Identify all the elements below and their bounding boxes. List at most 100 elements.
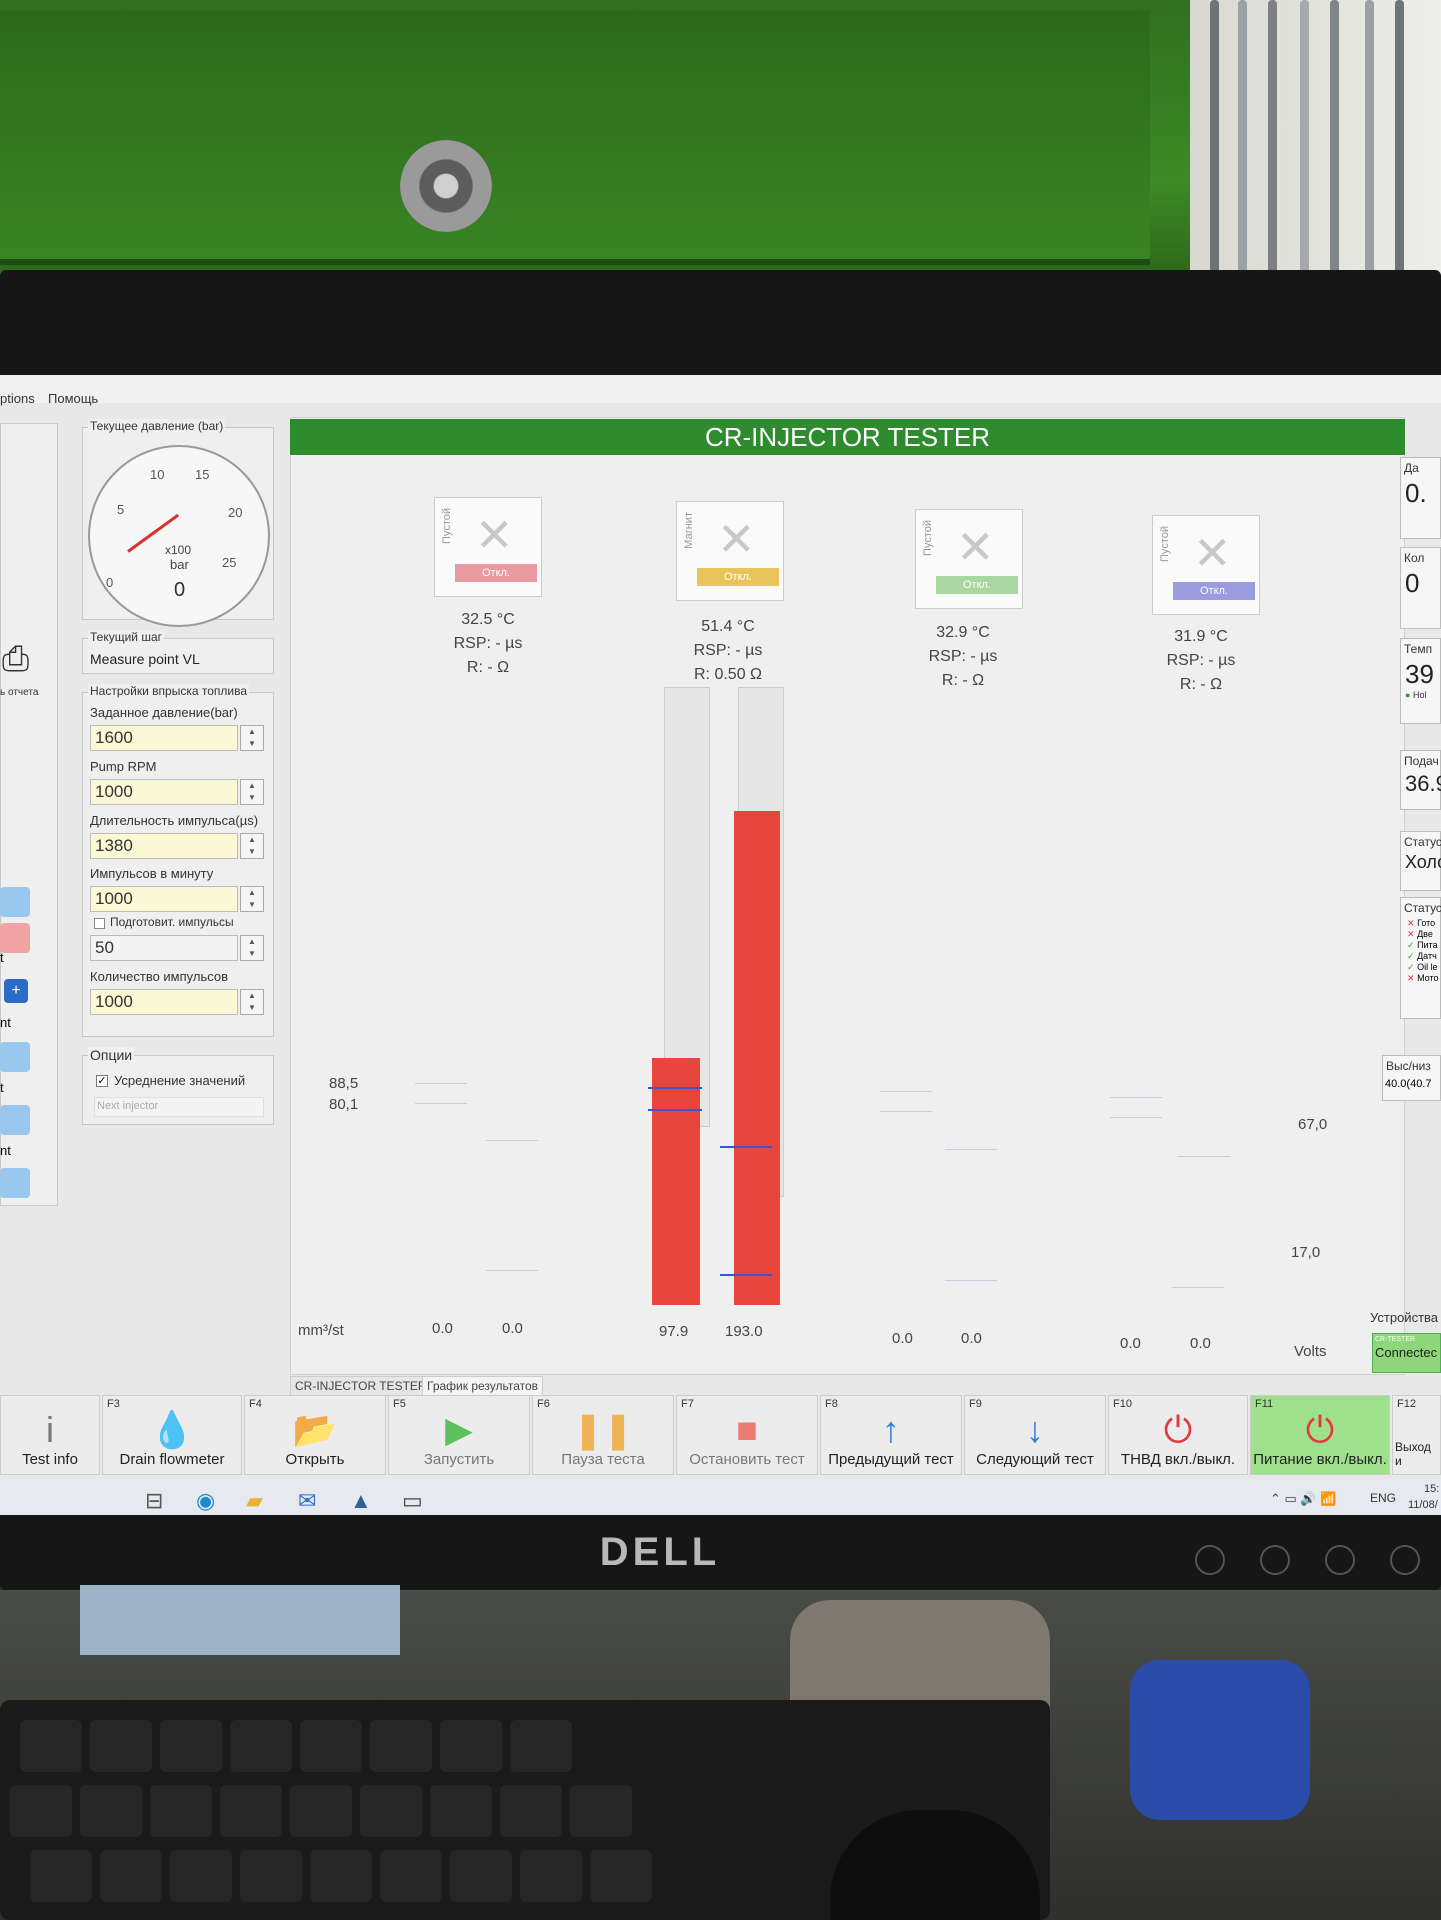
clock-date[interactable]: 11/08/ — [1408, 1499, 1438, 1511]
app-window-icon[interactable]: ▭ — [402, 1488, 423, 1514]
clock-time[interactable]: 15: — [1424, 1483, 1439, 1495]
open-button[interactable]: F4 📂 Открыть — [244, 1395, 386, 1475]
limit-marker-ghost — [945, 1280, 997, 1281]
mail-icon[interactable]: ✉ — [298, 1488, 316, 1514]
right-box-2: Кол 0 — [1400, 547, 1441, 629]
print-icon[interactable]: ⎙ — [2, 640, 29, 679]
pre-impulses-checkbox[interactable] — [94, 918, 105, 929]
left-mark: 80,1 — [329, 1096, 359, 1113]
cables — [1190, 0, 1441, 300]
limit-marker-ghost — [1172, 1287, 1224, 1288]
hi-lo-box: Выс/низ 40.0(40.7 — [1382, 1055, 1441, 1101]
gauge-multiplier: x100 — [165, 543, 192, 557]
pause-button[interactable]: F6 ❚❚ Пауза теста — [532, 1395, 674, 1475]
limit-marker-ghost — [880, 1111, 932, 1112]
injector-temp: 32.5 °C — [461, 611, 515, 628]
pulse-duration-spinner[interactable]: ▲ ▼ — [240, 833, 264, 859]
limit-marker — [648, 1109, 702, 1111]
monitor-button[interactable] — [1260, 1545, 1290, 1575]
injector-card-3[interactable]: Пустой ✕ Откл. — [915, 509, 1023, 609]
explorer-icon[interactable]: ▰ — [246, 1488, 263, 1514]
pulse-duration-input[interactable]: 1380 — [90, 833, 238, 859]
previous-test-button[interactable]: F8 ↑ Предыдущий тест — [820, 1395, 962, 1475]
limit-marker-ghost — [1110, 1117, 1162, 1118]
flow-column-2-fill — [734, 810, 780, 1305]
injector-temp: 31.9 °C — [1174, 628, 1228, 645]
pump-rpm-input[interactable]: 1000 — [90, 779, 238, 805]
injector-1-value: 0.0 — [432, 1320, 453, 1337]
limit-marker-ghost — [486, 1270, 538, 1271]
left-button[interactable] — [0, 1105, 30, 1135]
impulse-count-label: Количество импульсов — [90, 969, 229, 984]
taskbar — [0, 1480, 1441, 1515]
hp-pump-power-button[interactable]: F10 ⏻ ТНВД вкл./выкл. — [1108, 1395, 1248, 1475]
injector-state: Откл. — [936, 576, 1018, 594]
left-button[interactable] — [0, 1042, 30, 1072]
menu-options[interactable]: ptions — [0, 391, 35, 406]
tab-tester[interactable]: CR-INJECTOR TESTER — [290, 1376, 432, 1396]
monitor-button[interactable] — [1390, 1545, 1420, 1575]
add-button[interactable]: + — [4, 979, 28, 1003]
monitor-button[interactable] — [1195, 1545, 1225, 1575]
limit-marker-ghost — [1178, 1156, 1230, 1157]
start-button[interactable]: F5 ▶ Запустить — [388, 1395, 530, 1475]
next-test-button[interactable]: F9 ↓ Следующий тест — [964, 1395, 1106, 1475]
injector-3-value: 0.0 — [961, 1330, 982, 1347]
device-connected[interactable]: CR-TESTER Connectec — [1372, 1333, 1441, 1373]
tray-icons[interactable]: ⌃ ▭ 🔊 📶 — [1270, 1491, 1336, 1507]
left-label: t — [0, 1080, 4, 1095]
edge-icon[interactable]: ◉ — [196, 1488, 215, 1514]
folder-icon: 📂 — [292, 1409, 338, 1450]
language-indicator[interactable]: ENG — [1370, 1491, 1396, 1505]
task-view-icon[interactable]: ⊟ — [145, 1488, 163, 1514]
pressure-gauge: 0 5 10 15 20 25 x100 bar 0 — [88, 445, 270, 627]
injector-card-1[interactable]: Пустой ✕ Откл. — [434, 497, 542, 597]
injector-state: Откл. — [455, 564, 537, 582]
pulses-per-minute-spinner[interactable]: ▲ ▼ — [240, 886, 264, 912]
power-button[interactable]: F11 ⏻ Питание вкл./выкл. — [1250, 1395, 1390, 1475]
injector-resistance: R: 0.50 Ω — [694, 666, 762, 683]
pulses-per-minute-input[interactable]: 1000 — [90, 886, 238, 912]
app-title: CR-INJECTOR TESTER — [290, 419, 1405, 455]
injector-type: Пустой — [1159, 526, 1171, 562]
close-icon: ✕ — [717, 513, 756, 565]
left-toolbar — [0, 423, 58, 1206]
injection-settings-title: Настройки впрыска топлива — [88, 684, 250, 698]
left-button[interactable] — [0, 923, 30, 953]
impulse-count-input[interactable]: 1000 — [90, 989, 238, 1015]
test-info-button[interactable]: i Test info — [0, 1395, 100, 1475]
stop-button[interactable]: F7 ■ Остановить тест — [676, 1395, 818, 1475]
pre-impulses-input[interactable]: 50 — [90, 935, 238, 961]
injector-rsp: RSP: - µs — [693, 642, 763, 659]
injector-2-info: 51.4 °C RSP: - µs R: 0.50 Ω — [658, 615, 798, 687]
target-pressure-input[interactable]: 1600 — [90, 725, 238, 751]
gauge-tick: 20 — [228, 505, 243, 520]
limit-marker-ghost — [1110, 1097, 1162, 1098]
left-button[interactable] — [0, 1168, 30, 1198]
arrow-down-icon: ↓ — [1026, 1409, 1044, 1450]
drain-flowmeter-button[interactable]: F3 💧 Drain flowmeter — [102, 1395, 242, 1475]
tab-results-chart[interactable]: График результатов — [422, 1376, 544, 1396]
pressure-group-title: Текущее давление (bar) — [88, 419, 226, 433]
app-icon[interactable]: ▲ — [350, 1488, 372, 1514]
pump-rpm-spinner[interactable]: ▲ ▼ — [240, 779, 264, 805]
averaging-checkbox[interactable]: ✓ — [96, 1075, 108, 1087]
left-button[interactable] — [0, 887, 30, 917]
monitor-button[interactable] — [1325, 1545, 1355, 1575]
injector-card-4[interactable]: Пустой ✕ Откл. — [1152, 515, 1260, 615]
impulse-count-spinner[interactable]: ▲ ▼ — [240, 989, 264, 1015]
injector-4-value: 0.0 — [1190, 1335, 1211, 1352]
power-icon: ⏻ — [1305, 1409, 1335, 1450]
injector-card-2[interactable]: Магнит ✕ Откл. — [676, 501, 784, 601]
target-pressure-spinner[interactable]: ▲ ▼ — [240, 725, 264, 751]
flow-column-1-fill — [652, 1057, 700, 1305]
next-injector-button[interactable]: Next injector — [94, 1097, 264, 1117]
menu-help[interactable]: Помощь — [48, 391, 98, 406]
pre-impulses-spinner[interactable]: ▲ ▼ — [240, 935, 264, 961]
injector-4-value: 0.0 — [1120, 1335, 1141, 1352]
left-label: t — [0, 950, 4, 965]
info-icon: i — [46, 1409, 54, 1450]
exit-button[interactable]: F12 Выход и — [1392, 1395, 1441, 1475]
close-icon: ✕ — [956, 521, 995, 573]
injector-3-value: 0.0 — [892, 1330, 913, 1347]
